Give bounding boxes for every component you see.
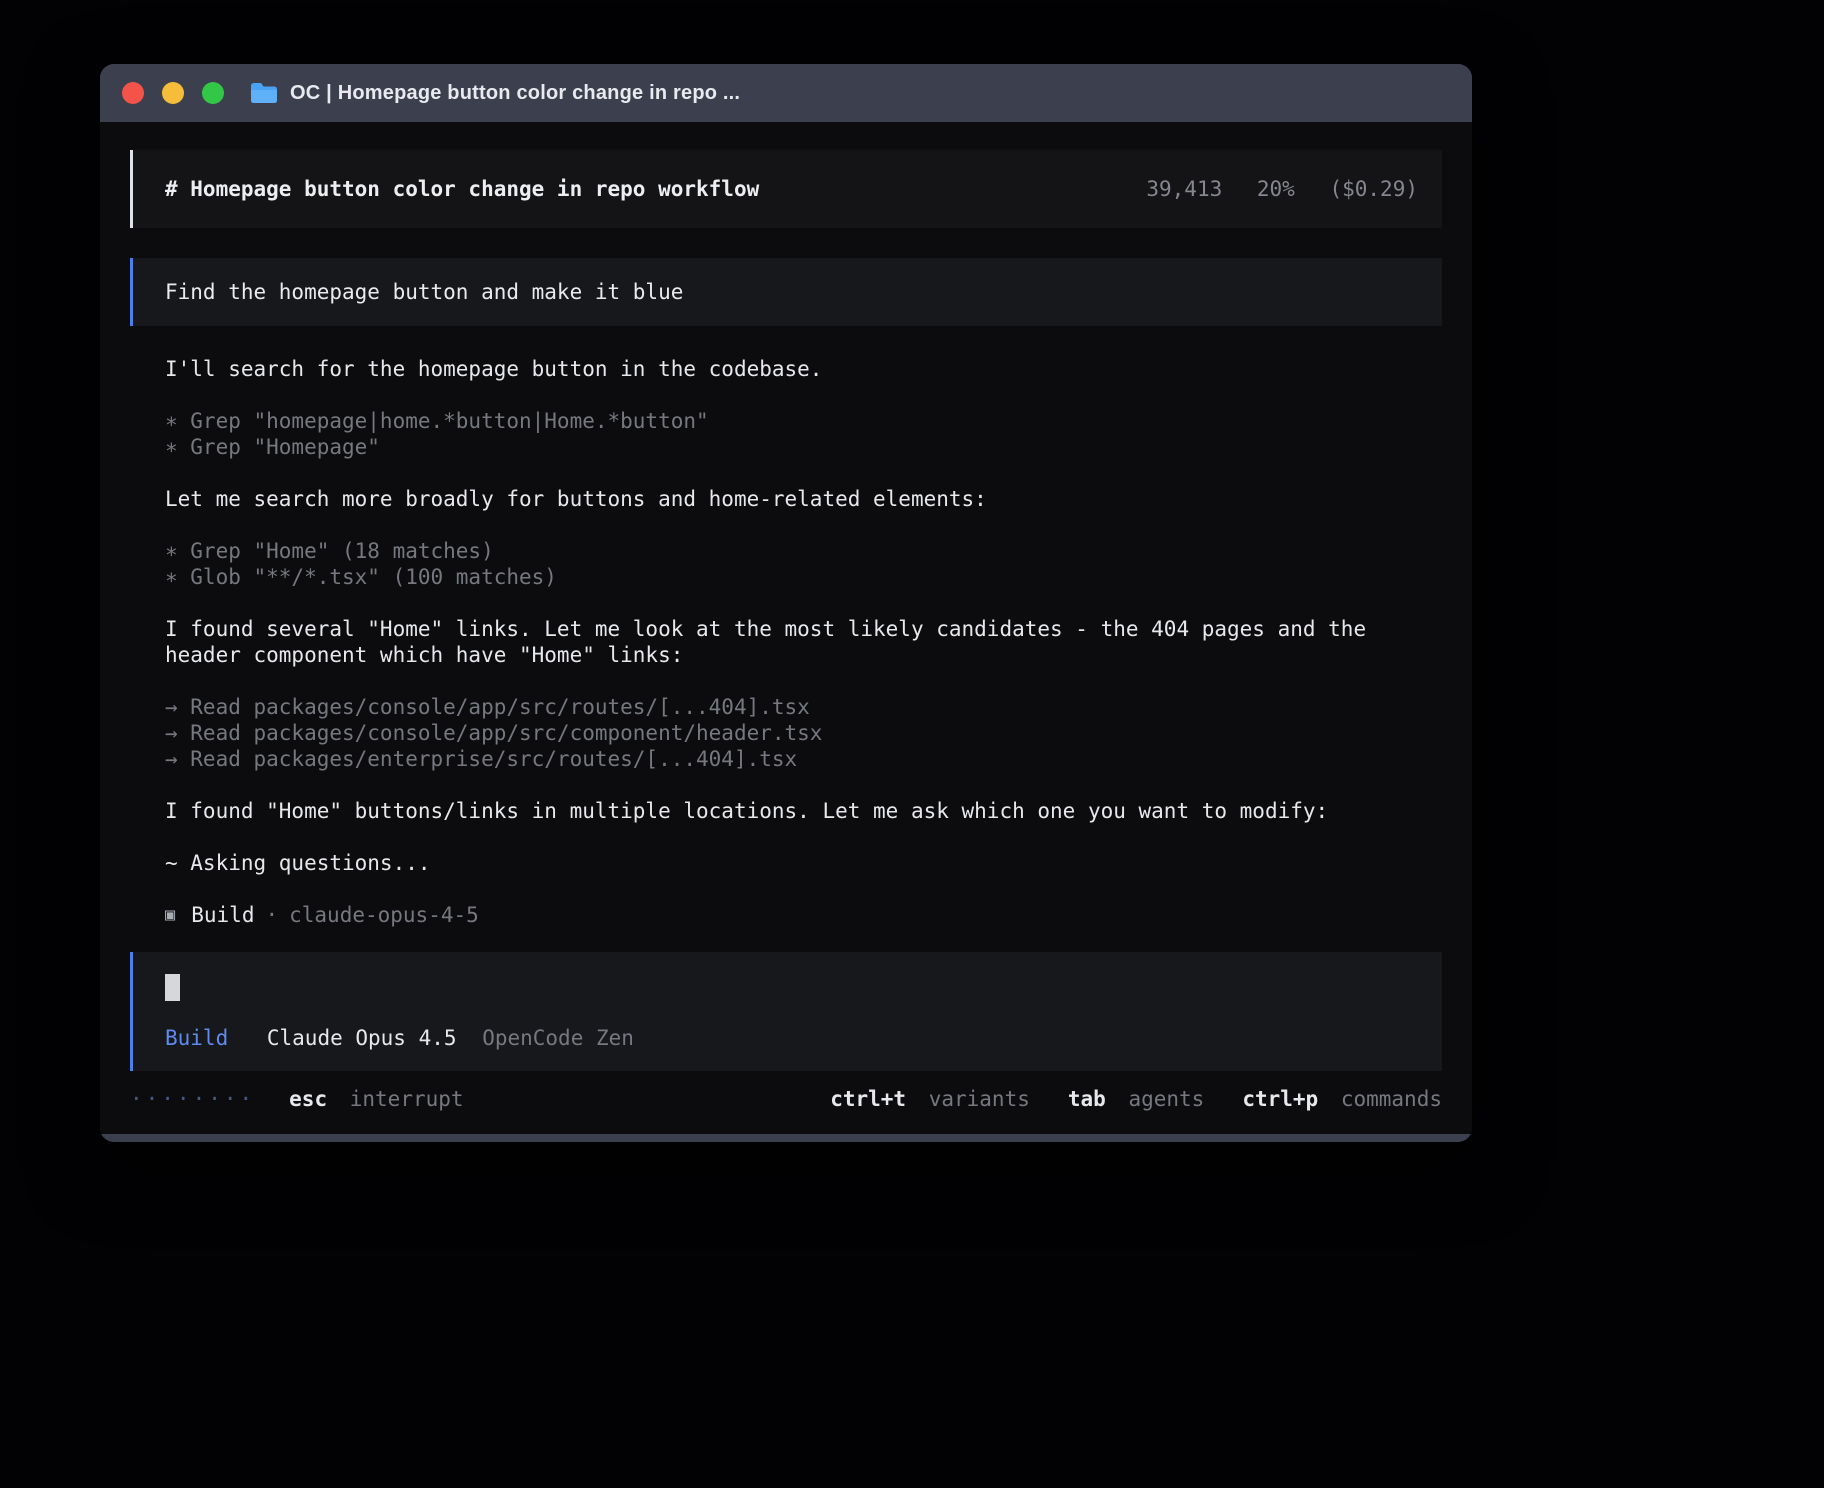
- hint-variants: ctrl+t variants: [830, 1086, 1030, 1112]
- input-mode[interactable]: Build: [165, 1026, 228, 1050]
- tool-call-read: → Read packages/enterprise/src/routes/[.…: [165, 746, 1405, 772]
- tool-call-grep: ∗ Grep "homepage|home.*button|Home.*butt…: [165, 408, 1405, 434]
- agent-icon: ▣: [165, 902, 175, 928]
- agent-name: Build: [191, 902, 254, 928]
- tool-call-read: → Read packages/console/app/src/routes/[…: [165, 694, 1405, 720]
- assistant-status: ~ Asking questions...: [165, 850, 1405, 876]
- key-esc: esc: [289, 1087, 327, 1111]
- statusbar-right: ctrl+t variants tab agents ctrl+p comman…: [830, 1086, 1442, 1112]
- zoom-button[interactable]: [202, 82, 224, 104]
- terminal-window: OC | Homepage button color change in rep…: [100, 64, 1472, 1142]
- close-button[interactable]: [122, 82, 144, 104]
- assistant-message: I'll search for the homepage button in t…: [165, 356, 1405, 382]
- session-header: # Homepage button color change in repo w…: [130, 150, 1442, 228]
- user-message: Find the homepage button and make it blu…: [130, 258, 1442, 326]
- session-cost: ($0.29): [1329, 177, 1418, 201]
- folder-icon: [250, 82, 278, 104]
- input-model: Claude Opus 4.5: [267, 1026, 457, 1050]
- key-ctrl-p: ctrl+p: [1242, 1087, 1318, 1111]
- text-cursor: [165, 974, 180, 1001]
- minimize-button[interactable]: [162, 82, 184, 104]
- statusbar-left: ········ esc interrupt: [130, 1086, 464, 1112]
- assistant-message: Let me search more broadly for buttons a…: [165, 486, 1405, 512]
- hint-agents: tab agents: [1068, 1086, 1204, 1112]
- agent-separator: ·: [265, 902, 278, 928]
- tool-call-glob: ∗ Glob "**/*.tsx" (100 matches): [165, 564, 1405, 590]
- assistant-message: I found several "Home" links. Let me loo…: [165, 616, 1405, 668]
- input-provider: OpenCode Zen: [482, 1026, 634, 1050]
- label-variants: variants: [929, 1087, 1030, 1111]
- tool-call-grep: ∗ Grep "Home" (18 matches): [165, 538, 1405, 564]
- session-stats: 39,413 20% ($0.29): [1146, 176, 1418, 202]
- label-commands: commands: [1341, 1087, 1442, 1111]
- window-title: OC | Homepage button color change in rep…: [290, 82, 740, 105]
- user-message-text: Find the homepage button and make it blu…: [165, 280, 683, 304]
- label-agents: agents: [1128, 1087, 1204, 1111]
- hint-commands: ctrl+p commands: [1242, 1086, 1442, 1112]
- agent-status-row: ▣ Build · claude-opus-4-5: [165, 902, 1405, 928]
- tool-call-grep: ∗ Grep "Homepage": [165, 434, 1405, 460]
- statusbar: ········ esc interrupt ctrl+t variants t…: [130, 1077, 1442, 1121]
- session-title: # Homepage button color change in repo w…: [165, 176, 759, 202]
- key-ctrl-t: ctrl+t: [830, 1087, 906, 1111]
- assistant-message: I found "Home" buttons/links in multiple…: [165, 798, 1405, 824]
- prompt-input[interactable]: Build Claude Opus 4.5 OpenCode Zen: [130, 952, 1442, 1071]
- activity-dots: ········: [130, 1086, 255, 1112]
- window-bottom-edge: [100, 1134, 1472, 1142]
- key-tab: tab: [1068, 1087, 1106, 1111]
- token-count: 39,413: [1146, 177, 1222, 201]
- label-interrupt: interrupt: [350, 1087, 464, 1111]
- hint-interrupt: esc interrupt: [289, 1086, 463, 1112]
- transcript: I'll search for the homepage button in t…: [130, 356, 1405, 928]
- agent-model: claude-opus-4-5: [289, 902, 479, 928]
- context-percent: 20%: [1257, 177, 1295, 201]
- tool-call-read: → Read packages/console/app/src/componen…: [165, 720, 1405, 746]
- titlebar[interactable]: OC | Homepage button color change in rep…: [100, 64, 1472, 122]
- input-meta: Build Claude Opus 4.5 OpenCode Zen: [165, 1025, 1418, 1051]
- terminal-content: # Homepage button color change in repo w…: [100, 122, 1472, 1134]
